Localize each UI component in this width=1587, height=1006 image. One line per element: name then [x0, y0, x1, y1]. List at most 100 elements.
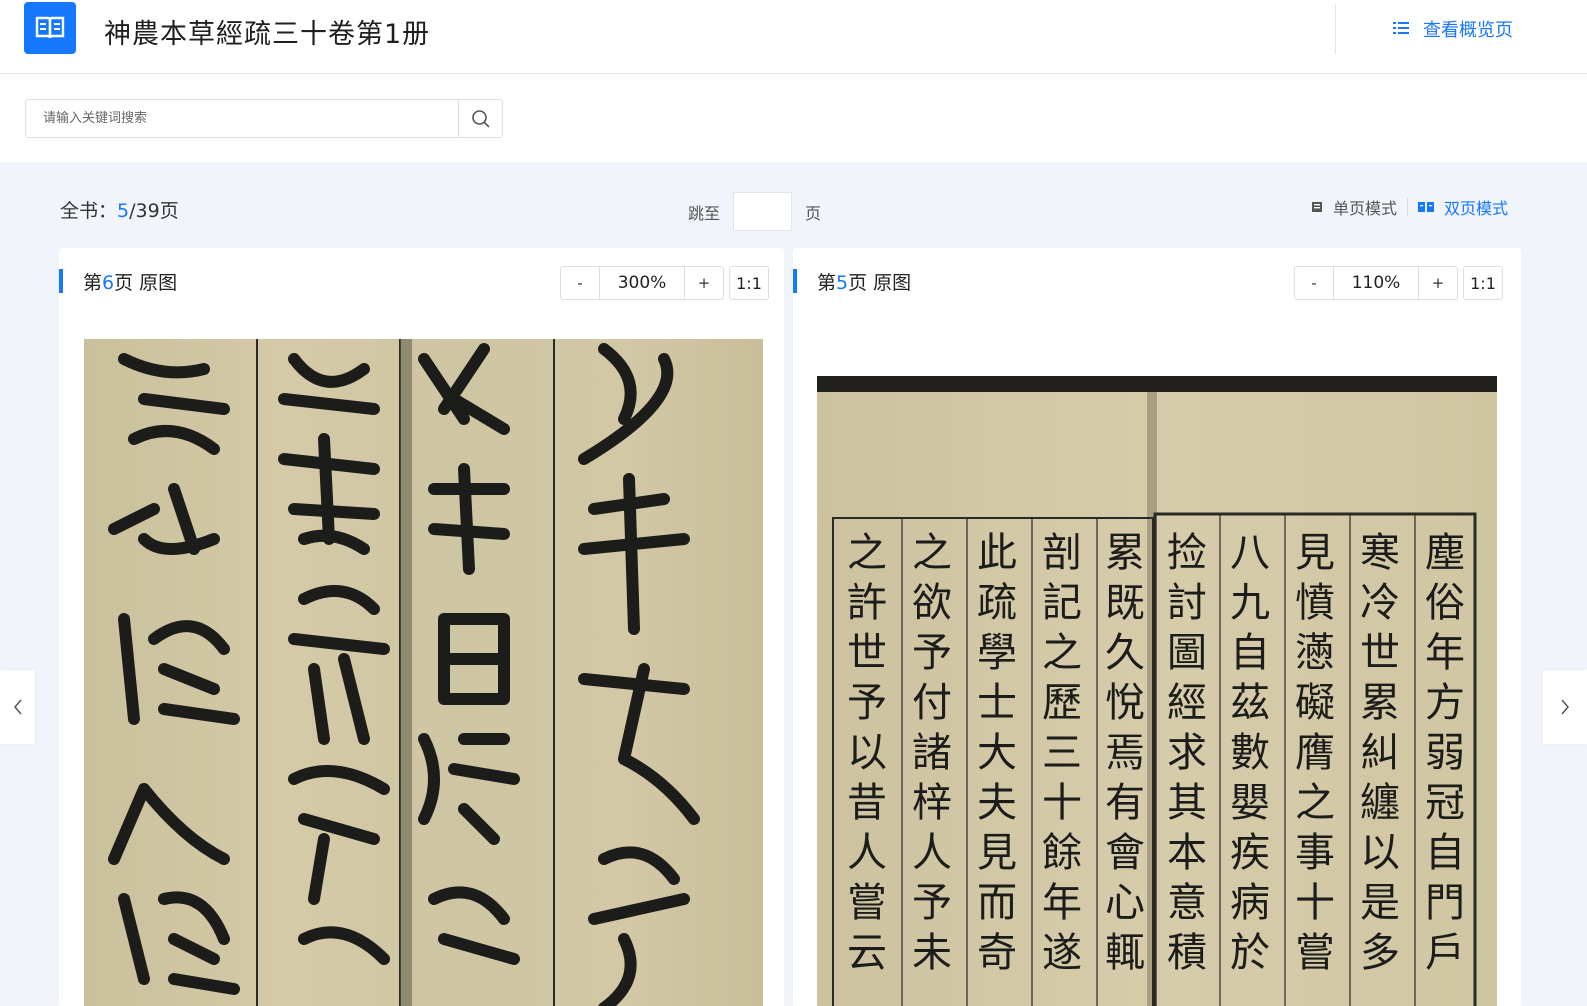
svg-text:礙: 礙 [1295, 680, 1335, 726]
zoom-out-button[interactable]: - [560, 266, 600, 300]
svg-text:俗: 俗 [1425, 580, 1465, 626]
svg-text:十: 十 [1295, 880, 1335, 926]
next-page-button[interactable] [1543, 670, 1587, 744]
panel-header: 第6页 原图 - 300% + 1:1 [59, 266, 784, 300]
svg-text:事: 事 [1295, 830, 1335, 876]
svg-text:自: 自 [1230, 630, 1270, 676]
zoom-in-button[interactable]: + [684, 266, 724, 300]
svg-text:意: 意 [1167, 880, 1207, 926]
page-scan-image[interactable]: 之許世予以昔人嘗云 之欲予付諸梓人予未 此疏學士大夫見而奇 剖記之歷三十餘年遂 … [817, 376, 1497, 1006]
chevron-right-icon [1561, 699, 1569, 715]
svg-text:嘗: 嘗 [1295, 930, 1335, 976]
svg-text:輒: 輒 [1105, 930, 1145, 976]
svg-text:之: 之 [912, 530, 952, 576]
svg-text:餘: 餘 [1042, 830, 1082, 876]
svg-text:冠: 冠 [1425, 780, 1465, 826]
panel-accent-bar [59, 269, 63, 293]
svg-text:茲: 茲 [1230, 680, 1270, 726]
zoom-level: 300% [600, 266, 684, 300]
double-page-icon [1418, 198, 1435, 217]
svg-text:憤: 憤 [1295, 580, 1335, 626]
panel-accent-bar [793, 269, 797, 293]
svg-text:而: 而 [977, 880, 1017, 926]
book-spread-scan-illustration: 之許世予以昔人嘗云 之欲予付諸梓人予未 此疏學士大夫見而奇 剖記之歷三十餘年遂 … [817, 376, 1497, 1006]
svg-text:有: 有 [1105, 780, 1145, 826]
svg-text:既: 既 [1105, 580, 1145, 626]
page-count-prefix: 全书： [60, 200, 118, 222]
svg-text:積: 積 [1167, 930, 1207, 976]
svg-text:累: 累 [1360, 680, 1400, 726]
svg-text:以: 以 [847, 730, 887, 776]
jump-page-input[interactable] [733, 192, 793, 231]
svg-text:冷: 冷 [1360, 580, 1400, 626]
header: 神農本草經疏三十卷第1册 查看概览页 [0, 0, 1587, 74]
zoom-level: 110% [1334, 266, 1418, 300]
svg-text:糾: 糾 [1360, 730, 1400, 776]
svg-text:九: 九 [1230, 580, 1270, 626]
reader-area: 全书：5/39页 跳至 页 单页模式 双页模式 第6页 原图 - 300% + … [0, 162, 1587, 1006]
single-page-icon [1311, 198, 1323, 217]
svg-text:世: 世 [847, 630, 887, 676]
svg-text:諸: 諸 [912, 730, 952, 776]
svg-text:於: 於 [1230, 930, 1270, 976]
svg-text:久: 久 [1105, 630, 1145, 676]
svg-text:討: 討 [1167, 580, 1207, 626]
single-page-mode-button[interactable]: 单页模式 [1311, 195, 1397, 219]
chevron-left-icon [13, 699, 22, 715]
book-title: 神農本草經疏三十卷第1册 [104, 19, 431, 50]
svg-text:人: 人 [847, 830, 887, 876]
panel-title: 第6页 原图 [83, 268, 177, 295]
svg-text:焉: 焉 [1105, 730, 1145, 776]
svg-text:遂: 遂 [1042, 930, 1082, 976]
svg-text:學: 學 [977, 630, 1017, 676]
svg-text:自: 自 [1425, 830, 1465, 876]
svg-text:見: 見 [1295, 530, 1335, 576]
svg-text:膺: 膺 [1295, 730, 1335, 776]
header-divider [1335, 4, 1336, 54]
page-jump: 跳至 页 [688, 192, 821, 231]
zoom-in-button[interactable]: + [1418, 266, 1458, 300]
book-logo-icon[interactable] [24, 2, 76, 54]
svg-text:病: 病 [1230, 880, 1270, 926]
svg-text:嬰: 嬰 [1230, 780, 1270, 826]
page-scan-image[interactable] [84, 339, 763, 1006]
svg-text:多: 多 [1360, 930, 1400, 976]
svg-text:予: 予 [912, 880, 952, 926]
svg-text:數: 數 [1230, 730, 1270, 776]
page-panel-left: 第6页 原图 - 300% + 1:1 [59, 248, 784, 1006]
search-button[interactable] [458, 100, 502, 137]
svg-text:經: 經 [1167, 680, 1207, 726]
svg-text:剖: 剖 [1042, 530, 1082, 576]
svg-text:弱: 弱 [1425, 730, 1465, 776]
svg-text:疾: 疾 [1230, 830, 1270, 876]
page-count: 全书：5/39页 [60, 196, 179, 223]
actual-size-button[interactable]: 1:1 [729, 266, 769, 300]
svg-text:其: 其 [1167, 780, 1207, 826]
search-input[interactable] [26, 100, 458, 137]
svg-text:此: 此 [977, 530, 1017, 576]
panel-header: 第5页 原图 - 110% + 1:1 [793, 266, 1521, 300]
svg-text:未: 未 [912, 930, 952, 976]
double-page-mode-button[interactable]: 双页模式 [1418, 195, 1508, 219]
svg-text:年: 年 [1425, 630, 1465, 676]
search-box [25, 99, 503, 138]
zoom-out-button[interactable]: - [1294, 266, 1334, 300]
svg-text:本: 本 [1167, 830, 1207, 876]
svg-text:予: 予 [912, 630, 952, 676]
actual-size-button[interactable]: 1:1 [1463, 266, 1503, 300]
svg-text:塵: 塵 [1425, 530, 1465, 576]
svg-text:昔: 昔 [847, 780, 887, 826]
svg-text:奇: 奇 [977, 930, 1017, 976]
calligraphy-scan-illustration [108, 339, 700, 1006]
svg-text:云: 云 [847, 930, 887, 976]
svg-text:之: 之 [847, 530, 887, 576]
svg-text:之: 之 [1295, 780, 1335, 826]
svg-text:纏: 纏 [1360, 780, 1400, 826]
search-icon [471, 109, 490, 128]
svg-text:梓: 梓 [912, 780, 952, 826]
svg-text:圖: 圖 [1167, 630, 1207, 676]
current-page-number: 5 [117, 200, 130, 222]
svg-text:十: 十 [1042, 780, 1082, 826]
previous-page-button[interactable] [0, 670, 35, 744]
view-overview-link[interactable]: 查看概览页 [1393, 16, 1513, 42]
